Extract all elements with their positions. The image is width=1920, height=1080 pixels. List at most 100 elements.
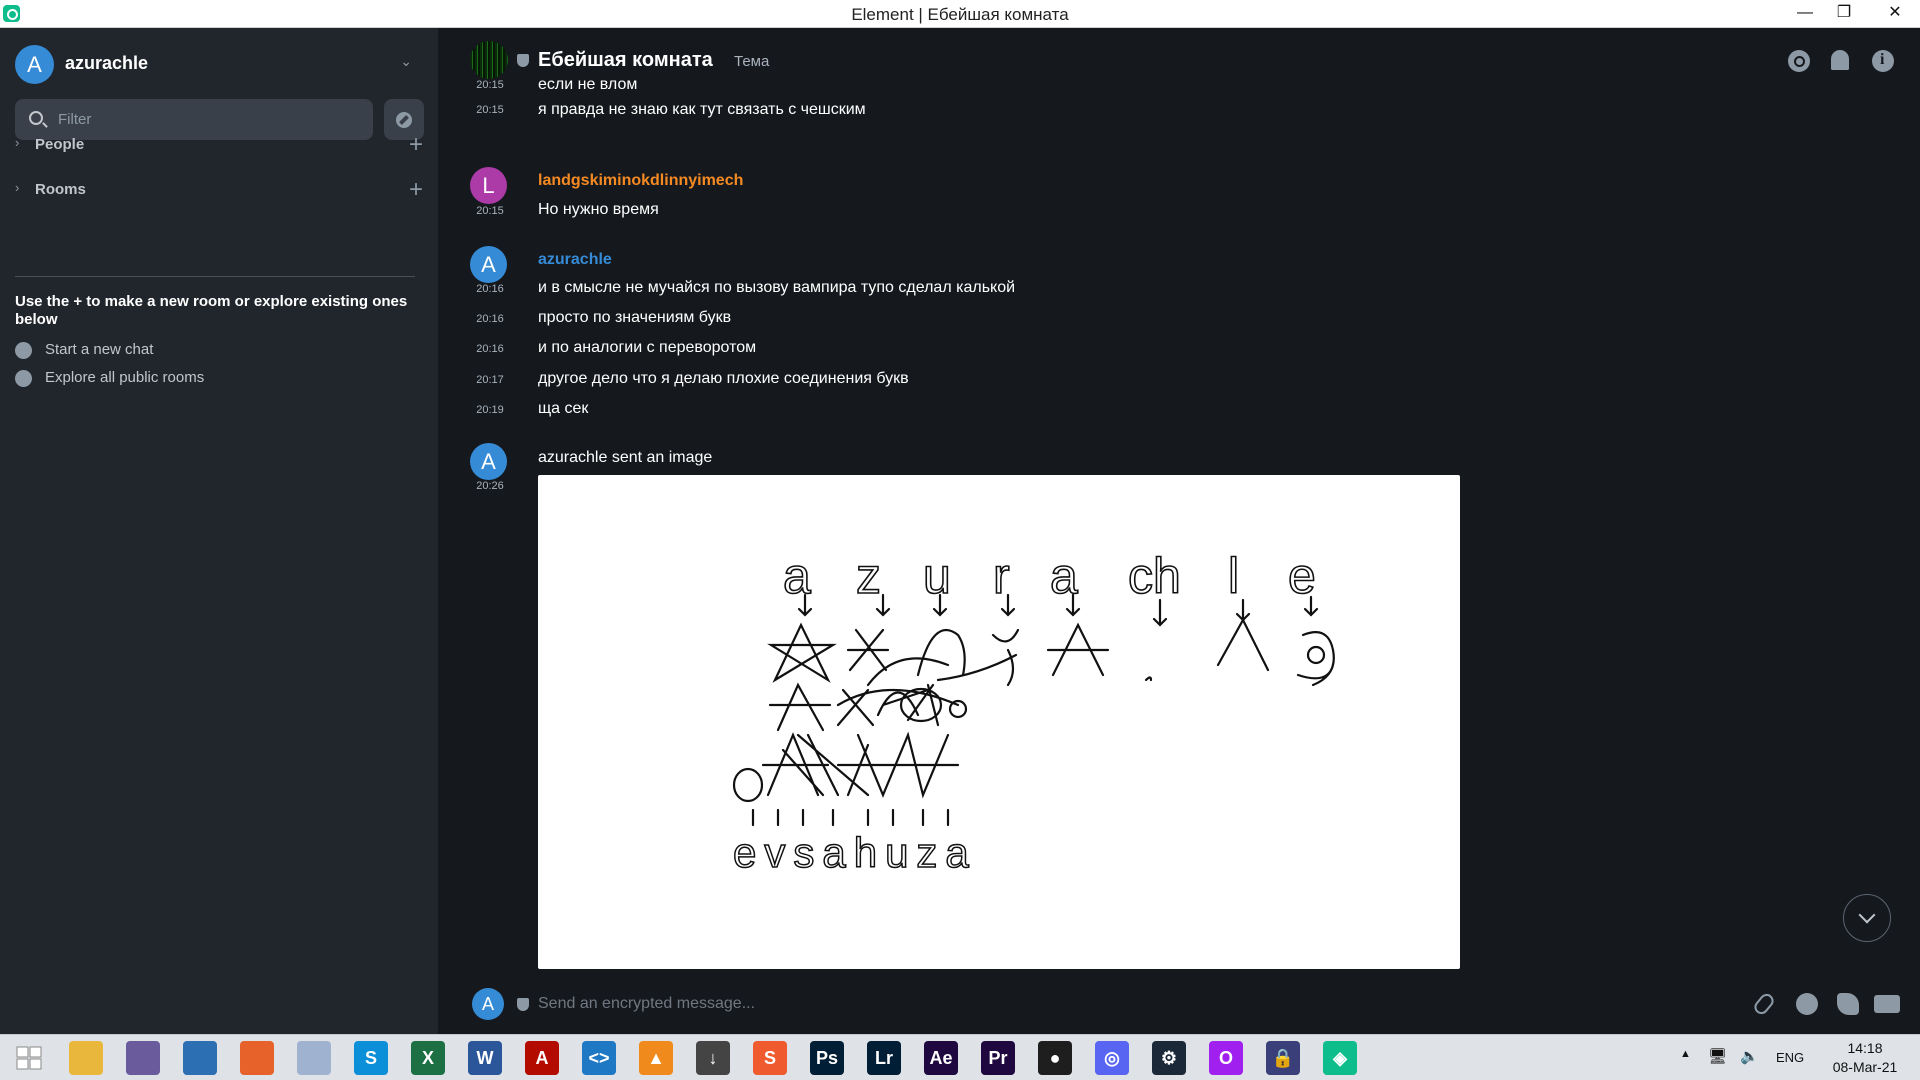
search-icon[interactable] (1788, 50, 1810, 72)
network-icon[interactable]: 🖥 (1708, 1047, 1727, 1080)
explore-public-rooms-label[interactable]: Explore all public rooms (45, 369, 204, 386)
help-text: Use the + to make a new room or explore … (15, 293, 408, 328)
sender-avatar[interactable]: A (470, 443, 507, 480)
taskbar-start-icon[interactable] (12, 1041, 46, 1075)
divider (15, 276, 415, 277)
username[interactable]: azurachle (65, 53, 148, 74)
window-title: Element | Ебейшая комната (851, 5, 1069, 24)
chevron-down-icon[interactable]: ⌄ (400, 53, 412, 70)
start-new-chat-label[interactable]: Start a new chat (45, 341, 153, 358)
message-text: просто по значениям букв (538, 309, 732, 326)
message-image[interactable]: a z u r a ch l e evsahuza (538, 475, 1460, 969)
sender-name[interactable]: landgskiminokdlinnyimech (538, 172, 743, 190)
sketch-letter: ch (1128, 548, 1181, 604)
close-button[interactable]: ✕ (1870, 0, 1920, 28)
taskbar-discord-icon[interactable]: ◎ (1095, 1041, 1129, 1075)
taskbar-app-glyph: W (476, 1048, 494, 1068)
taskbar-app-glyph (183, 1041, 217, 1075)
sketch-letter: l (1228, 548, 1239, 604)
section-label-people[interactable]: People (35, 136, 84, 153)
tray-expand-icon[interactable]: ▲ (1680, 1048, 1691, 1080)
taskbar-app-glyph: O (1218, 1048, 1233, 1068)
message-timestamp: 20:19 (476, 404, 504, 416)
sketch-letter: u (923, 548, 951, 604)
add-room-button[interactable]: + (409, 176, 423, 204)
taskbar-vpn-icon[interactable]: 🔒 (1266, 1041, 1300, 1075)
sender-avatar[interactable]: A (470, 246, 507, 283)
taskbar-excel-icon[interactable]: X (411, 1041, 445, 1075)
clock-date: 08-Mar-21 (1832, 1059, 1898, 1075)
info-icon[interactable] (1872, 50, 1894, 72)
taskbar-sublime-icon[interactable]: S (753, 1041, 787, 1075)
taskbar-file-explorer-icon[interactable] (69, 1041, 103, 1075)
sender-avatar[interactable]: L (470, 167, 507, 204)
add-people-button[interactable]: + (409, 131, 423, 159)
taskbar-premiere-icon[interactable]: Pr (981, 1041, 1015, 1075)
taskbar-word-icon[interactable]: W (468, 1041, 502, 1075)
minimize-button[interactable]: — (1790, 0, 1820, 28)
maximize-button[interactable]: ❐ (1829, 0, 1859, 28)
sender-name[interactable]: azurachle (538, 251, 612, 269)
message-timestamp: 20:15 (476, 205, 504, 217)
taskbar-browser-icon[interactable] (183, 1041, 217, 1075)
taskbar-after-effects-icon[interactable]: Ae (924, 1041, 958, 1075)
taskbar-vlc-icon[interactable]: ▲ (639, 1041, 673, 1075)
message-timestamp: 20:17 (476, 374, 504, 386)
message-text: и по аналогии с переворотом (538, 339, 757, 356)
system-clock[interactable]: 14:18 08-Mar-21 (1820, 1039, 1910, 1077)
message-timestamp: 20:26 (476, 480, 504, 492)
explore-public-rooms-link[interactable]: Explore all public rooms (15, 367, 315, 389)
message-text: и в смысле не мучайся по вызову вампира … (538, 279, 1016, 296)
room-topic[interactable]: Тема (734, 53, 769, 70)
message-text: другое дело что я делаю плохие соединени… (538, 370, 909, 387)
taskbar-acrobat-icon[interactable]: A (525, 1041, 559, 1075)
message-timestamp: 20:16 (476, 343, 504, 355)
taskbar-app-glyph: S (763, 1048, 776, 1068)
room-avatar[interactable] (470, 41, 508, 79)
message-input[interactable] (538, 988, 1738, 1020)
section-rooms[interactable]: › Rooms + (15, 176, 423, 204)
paperclip-icon[interactable] (1751, 991, 1777, 1017)
phone-icon[interactable] (1837, 993, 1859, 1015)
taskbar-app-glyph (297, 1041, 331, 1075)
compass-icon (15, 370, 32, 387)
image-event-text: azurachle sent an image (538, 449, 713, 466)
jump-to-bottom-button[interactable] (1843, 894, 1891, 942)
volume-icon[interactable]: 🔈 (1740, 1047, 1759, 1080)
shield-icon (517, 54, 529, 67)
message-text: если не влом (538, 76, 638, 93)
language-indicator[interactable]: ENG (1776, 1050, 1804, 1080)
taskbar-torrent-icon[interactable] (126, 1041, 160, 1075)
taskbar-steam-icon[interactable]: ⚙ (1152, 1041, 1186, 1075)
section-people[interactable]: › People + (15, 131, 423, 159)
taskbar-app-moon-icon[interactable] (297, 1041, 331, 1075)
taskbar-lightroom-icon[interactable]: Lr (867, 1041, 901, 1075)
taskbar-element-icon[interactable]: ◈ (1323, 1041, 1357, 1075)
chevron-right-icon[interactable]: › (15, 180, 19, 195)
chevron-right-icon[interactable]: › (15, 135, 19, 150)
taskbar-vscode-icon[interactable]: <> (582, 1041, 616, 1075)
taskbar-opera-icon[interactable]: O (1209, 1041, 1243, 1075)
user-avatar[interactable]: A (15, 45, 54, 84)
message-timestamp: 20:15 (476, 104, 504, 116)
bell-icon[interactable] (1831, 50, 1849, 70)
section-label-rooms[interactable]: Rooms (35, 181, 86, 198)
taskbar-firefox-icon[interactable] (240, 1041, 274, 1075)
room-name[interactable]: Ебейшая комната (538, 49, 713, 72)
search-icon (29, 111, 43, 125)
start-new-chat-link[interactable]: Start a new chat (15, 339, 315, 361)
taskbar-skype-icon[interactable]: S (354, 1041, 388, 1075)
taskbar-app-glyph: ↓ (708, 1048, 718, 1068)
user-menu[interactable]: A azurachle ⌄ (15, 45, 420, 85)
taskbar-app-glyph: Pr (988, 1048, 1008, 1068)
taskbar-download-manager-icon[interactable]: ↓ (696, 1041, 730, 1075)
taskbar-app-glyph (126, 1041, 160, 1075)
taskbar-app-glyph: ⚙ (1160, 1048, 1178, 1068)
taskbar-photoshop-icon[interactable]: Ps (810, 1041, 844, 1075)
video-icon[interactable] (1874, 995, 1900, 1013)
taskbar-obs-icon[interactable]: ● (1038, 1041, 1072, 1075)
composer-avatar[interactable]: A (472, 988, 504, 1020)
clock-time: 14:18 (1847, 1040, 1883, 1056)
emoji-icon[interactable] (1796, 993, 1818, 1015)
handwriting-sketch: a z u r a ch l e evsahuza (732, 547, 1335, 877)
